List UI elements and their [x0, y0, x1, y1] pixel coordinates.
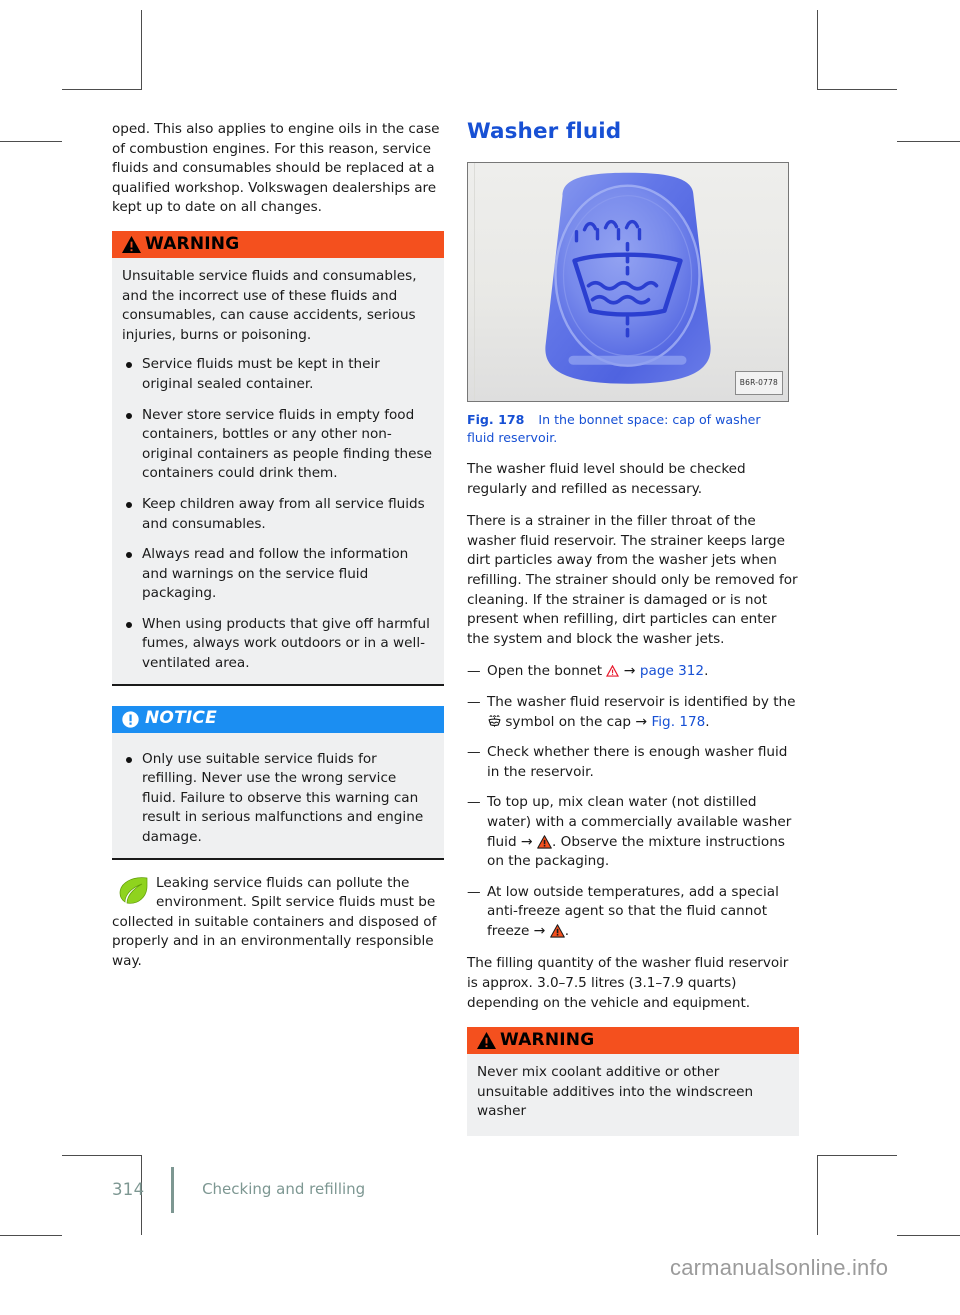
manual-page: oped. This also applies to engine oils i… — [0, 0, 960, 1297]
arrow-icon: → — [635, 713, 648, 730]
list-item-identify-reservoir: The washer fluid reservoir is identified… — [467, 693, 799, 732]
list-item: When using products that give off harmfu… — [122, 615, 434, 674]
leaf-icon — [116, 876, 150, 906]
warning-box-header: WARNING — [112, 230, 444, 258]
warning-triangle-icon — [476, 1031, 497, 1050]
warning-box-text: Never mix coolant additive or other unsu… — [477, 1064, 754, 1120]
page-footer: 314 Checking and refilling — [112, 1167, 812, 1213]
list-item-top-up: To top up, mix clean water (not distille… — [467, 793, 799, 871]
page-title: Washer fluid — [467, 119, 622, 144]
footer-section-title: Checking and refilling — [202, 1180, 366, 1199]
list-item: Always read and follow the information a… — [122, 545, 434, 604]
notice-bullet-list: Only use suitable service fluids for ref… — [122, 750, 434, 848]
figure-corner-label: B6R-0778 — [734, 371, 783, 395]
list-item: Keep children away from all service flui… — [122, 495, 434, 534]
notice-box-header: NOTICE — [112, 705, 444, 733]
list-item: Service fluids must be kept in their ori… — [122, 355, 434, 394]
right-column: Washer fluid B6R-0778 Fig. 178 In the bo… — [467, 120, 799, 1150]
warning-box-header: WARNING — [467, 1027, 799, 1055]
figure-image: B6R-0778 — [467, 162, 789, 402]
list-item-antifreeze: At low outside temperatures, add a speci… — [467, 883, 799, 942]
step-text-end: . — [705, 713, 710, 730]
step-text-end: . — [704, 663, 709, 680]
washer-cap-illustration — [541, 170, 716, 395]
notice-box-body: Only use suitable service fluids for ref… — [112, 732, 444, 860]
footer-divider — [170, 1167, 174, 1213]
environment-note: Leaking service fluids can pollute the e… — [112, 874, 444, 972]
warning-box-title: WARNING — [145, 233, 240, 254]
step-text: At low outside temperatures, add a speci… — [487, 883, 779, 939]
windscreen-washer-symbol-icon — [487, 714, 501, 727]
arrow-icon: → — [520, 833, 533, 850]
arrow-icon: → — [623, 663, 636, 680]
warning-box-title: WARNING — [500, 1029, 595, 1050]
warning-box-body: Unsuitable service fluids and consumable… — [112, 257, 444, 686]
body-paragraph-2: There is a strainer in the filler throat… — [467, 513, 798, 647]
warning-triangle-orange-icon — [549, 924, 565, 938]
warning-box-body: Never mix coolant additive or other unsu… — [467, 1054, 799, 1137]
warning-box-service-fluids: WARNING Unsuitable service fluids and co… — [112, 230, 444, 686]
step-text: The washer fluid reservoir is identified… — [487, 693, 796, 710]
list-item: Only use suitable service fluids for ref… — [122, 750, 434, 848]
procedure-step-list: Open the bonnet → page 312. The washer f… — [467, 662, 799, 941]
figure-number: Fig. 178 — [467, 412, 525, 427]
arrow-icon: → — [533, 922, 546, 939]
list-item-check-level: Check whether there is enough washer flu… — [467, 743, 799, 782]
left-column: oped. This also applies to engine oils i… — [112, 120, 544, 1041]
warning-bullet-list: Service fluids must be kept in their ori… — [122, 355, 434, 673]
list-item-open-bonnet: Open the bonnet → page 312. — [467, 662, 799, 682]
page-number: 314 — [112, 1180, 145, 1200]
list-item: Never store service fluids in empty food… — [122, 406, 434, 484]
environment-note-text: Leaking service fluids can pollute the e… — [112, 874, 437, 969]
step-text-end: . — [564, 922, 570, 939]
notice-box-service-fluids: NOTICE Only use suitable service fluids … — [112, 705, 444, 860]
intro-paragraph: oped. This also applies to engine oils i… — [112, 121, 440, 216]
warning-triangle-orange-icon — [537, 834, 552, 849]
capacity-paragraph: The filling quantity of the washer fluid… — [467, 955, 789, 1011]
figure-caption: Fig. 178 In the bonnet space: cap of was… — [467, 411, 789, 446]
warning-triangle-red-outline-icon — [606, 664, 620, 678]
warning-triangle-icon — [121, 235, 142, 254]
figure-reference-link[interactable]: Fig. 178 — [651, 714, 705, 730]
figure-178: B6R-0778 Fig. 178 In the bonnet space: c… — [467, 162, 789, 446]
warning-box-coolant: WARNING Never mix coolant additive or ot… — [467, 1027, 799, 1137]
notice-box-title: NOTICE — [145, 708, 217, 729]
body-paragraph-1: The washer fluid level should be checked… — [467, 461, 746, 497]
page-reference-link[interactable]: page 312 — [640, 663, 704, 679]
notice-exclamation-icon — [121, 710, 141, 729]
warning-box-intro: Unsuitable service fluids and consumable… — [122, 267, 417, 343]
step-text: Check whether there is enough washer flu… — [487, 744, 788, 780]
step-text: Open the bonnet — [487, 663, 603, 680]
site-watermark: carmanualsonline.info — [670, 1255, 889, 1280]
step-text-mid: symbol on the cap — [505, 713, 632, 730]
